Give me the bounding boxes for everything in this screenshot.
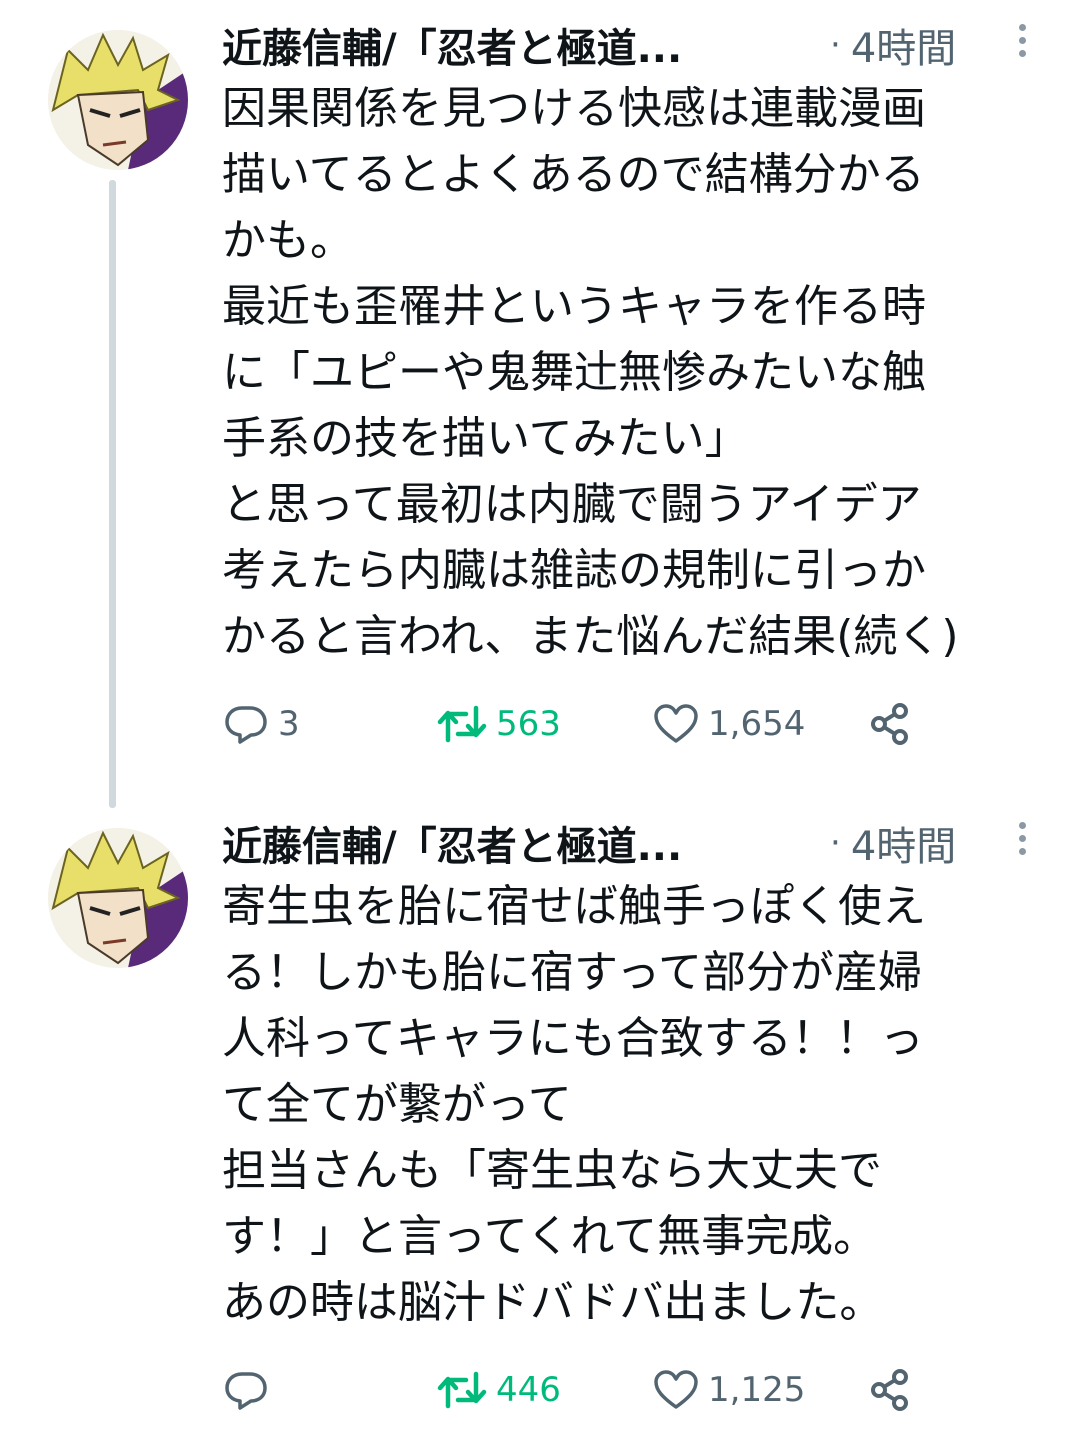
author-name[interactable]: 近藤信輔/「忍者と極道... <box>222 814 782 872</box>
avatar[interactable] <box>48 828 188 968</box>
separator-dot: · <box>830 25 841 65</box>
tweet-header: 近藤信輔/「忍者と極道... · 4時間 <box>222 10 1042 80</box>
retweet-icon <box>437 1371 487 1409</box>
tweet-text-line: 因果関係を見つける快感は連載漫画 <box>222 83 926 134</box>
retweet-icon <box>437 705 487 743</box>
retweet-count: 563 <box>496 704 561 744</box>
avatar[interactable] <box>48 30 188 170</box>
tweet-text-line: に「ユピーや鬼舞辻無惨みたいな触 <box>222 347 926 398</box>
like-count: 1,125 <box>708 1370 806 1410</box>
avatar-image <box>48 828 188 968</box>
tweet-actions: 446 1,125 <box>222 1360 942 1420</box>
share-icon <box>871 1369 908 1411</box>
thread-connector-line <box>109 180 116 808</box>
author-name[interactable]: 近藤信輔/「忍者と極道... <box>222 16 782 74</box>
tweet-text-line: 最近も歪罹井というキャラを作る時 <box>222 281 926 332</box>
tweet-text: 寄生虫を胎に宿せば触手っぽく使え る！しかも胎に宿すって部分が産婦 人科ってキャ… <box>222 874 1022 1336</box>
reply-count: 3 <box>278 704 300 744</box>
separator-dot: · <box>830 823 841 863</box>
tweet-text-line: かると言われ、また悩んだ結果(続く) <box>222 611 959 662</box>
tweet-text-line: て全てが繋がって <box>222 1079 572 1130</box>
reply-button[interactable]: 3 <box>222 694 300 754</box>
reply-button[interactable] <box>222 1360 278 1420</box>
tweet-text-line: かも。 <box>222 215 354 266</box>
tweet-text-line: す！」と言ってくれて無事完成。 <box>222 1211 878 1262</box>
tweet-text-line: る！しかも胎に宿すって部分が産婦 <box>222 947 923 998</box>
tweet-actions: 3 563 1,654 <box>222 694 942 754</box>
reply-icon <box>225 1372 267 1410</box>
tweet-text-line: あの時は脳汁ドバドバ出ました。 <box>222 1277 884 1328</box>
timestamp[interactable]: 4時間 <box>851 814 956 872</box>
heart-icon <box>654 704 698 743</box>
tweet-text-line: と思って最初は内臓で闘うアイデア <box>222 479 922 530</box>
tweet-text-line: 考えたら内臓は雑誌の規制に引っか <box>222 545 926 596</box>
retweet-count: 446 <box>496 1370 561 1410</box>
tweet-text-line: 人科ってキャラにも合致する！！っ <box>222 1013 924 1064</box>
share-icon <box>871 703 908 745</box>
more-vertical-icon[interactable] <box>1012 822 1032 862</box>
share-button[interactable] <box>866 1360 922 1420</box>
share-button[interactable] <box>866 694 922 754</box>
tweet-text-line: 描いてるとよくあるので結構分かる <box>222 149 925 200</box>
heart-icon <box>654 1370 698 1409</box>
avatar-image <box>48 30 188 170</box>
tweet-header: 近藤信輔/「忍者と極道... · 4時間 <box>222 808 1042 878</box>
like-button[interactable]: 1,654 <box>652 694 805 754</box>
tweet-text-line: 寄生虫を胎に宿せば触手っぽく使え <box>222 881 926 932</box>
timestamp[interactable]: 4時間 <box>851 16 956 74</box>
like-count: 1,654 <box>708 704 806 744</box>
retweet-button[interactable]: 563 <box>436 694 561 754</box>
tweet-text-line: 担当さんも「寄生虫なら大丈夫で <box>222 1145 882 1196</box>
tweet-text: 因果関係を見つける快感は連載漫画 描いてるとよくあるので結構分かる かも。 最近… <box>222 76 1022 670</box>
retweet-button[interactable]: 446 <box>436 1360 561 1420</box>
tweet-text-line: 手系の技を描いてみたい」 <box>222 413 749 464</box>
more-vertical-icon[interactable] <box>1012 24 1032 64</box>
reply-icon <box>225 706 267 744</box>
like-button[interactable]: 1,125 <box>652 1360 805 1420</box>
